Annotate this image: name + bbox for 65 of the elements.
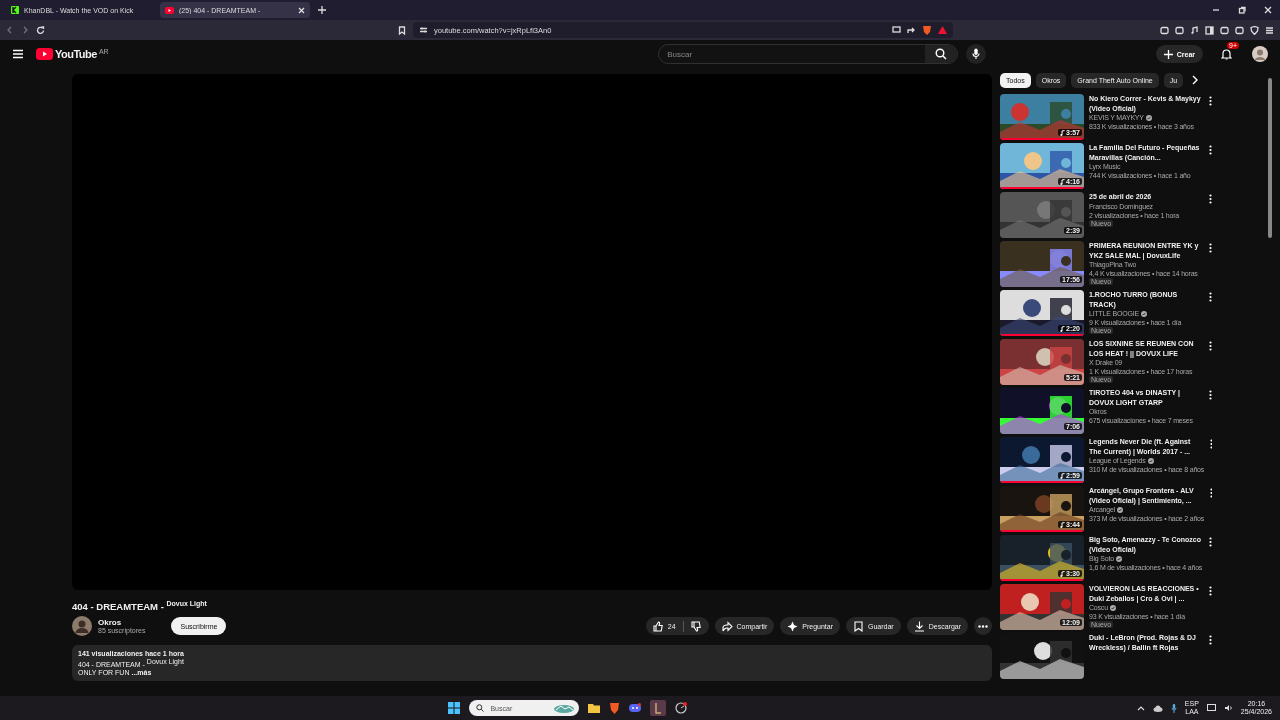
plus-icon [1163,49,1173,59]
landscape-icon [553,703,576,713]
share-icon [721,620,733,632]
more-vertical-icon[interactable] [1209,341,1212,351]
chevron-right-icon[interactable] [1191,75,1200,85]
more-vertical-icon[interactable] [1209,537,1212,547]
restore-icon[interactable] [1238,6,1246,14]
search-icon [935,48,948,60]
more-vertical-icon[interactable] [1209,292,1212,302]
shield-icon[interactable] [1250,25,1259,35]
windows-start-icon[interactable] [448,702,461,714]
chevron-up-icon[interactable] [1136,705,1145,711]
speaker-icon[interactable] [1223,704,1233,712]
more-vertical-icon[interactable] [1209,635,1212,645]
network-icon[interactable] [1206,704,1216,712]
more-vertical-icon[interactable] [1209,194,1212,204]
bell-icon[interactable] [1221,48,1232,60]
avatar-icon[interactable] [1252,46,1268,62]
screen-icon[interactable] [892,26,901,34]
search-button[interactable] [925,45,958,63]
triangle-icon[interactable] [938,26,947,34]
channel-name[interactable]: Okros [98,618,146,628]
more-button[interactable] [974,617,992,636]
game-launcher-icon[interactable] [650,700,667,716]
thumbs-up-icon [652,620,664,632]
lion-shield-icon[interactable] [922,25,932,35]
play-logo-icon [36,48,53,60]
reload-icon[interactable] [36,25,45,35]
kick-icon [11,6,19,14]
more-vertical-icon[interactable] [1209,390,1212,400]
search-input[interactable]: Buscar [659,45,926,63]
bookmark-icon [853,620,864,632]
youtube-icon [165,6,174,14]
site-settings-icon[interactable] [419,26,428,34]
close-icon[interactable] [298,6,305,14]
folder-icon[interactable] [588,703,601,713]
more-icon [978,624,988,628]
channel-avatar-icon[interactable] [72,616,92,637]
more-vertical-icon[interactable] [1209,96,1212,106]
search-icon [476,704,485,712]
microphone-icon[interactable] [1170,703,1177,713]
more-vertical-icon[interactable] [1209,586,1212,596]
search-bar[interactable]: Buscar [658,44,959,64]
share-icon[interactable] [907,26,916,34]
cloud-icon[interactable] [1152,704,1163,712]
logo-text: YouTube [55,48,97,60]
menu-icon[interactable] [1265,25,1274,35]
gauge-icon[interactable] [675,702,688,714]
microphone-icon [972,48,981,60]
sidebar-icon[interactable] [1205,25,1214,35]
music-icon[interactable] [1190,25,1199,35]
new-tab-icon[interactable] [318,6,326,14]
download-icon [913,620,925,632]
microphone-button[interactable] [966,44,987,64]
back-icon[interactable] [6,26,14,34]
discord-icon[interactable] [629,703,642,713]
more-vertical-icon[interactable] [1209,243,1212,253]
more-vertical-icon[interactable] [1209,145,1212,155]
brave-browser-icon[interactable] [609,702,621,714]
forward-icon[interactable] [21,26,29,34]
close-icon[interactable] [1264,6,1272,14]
bookmark-icon[interactable] [398,25,406,35]
minimize-icon[interactable] [1212,6,1220,14]
video-title: 404 - DREAMTEAM - $^{Dovux Light}$ [72,600,208,613]
thumbs-down-icon [690,620,702,632]
